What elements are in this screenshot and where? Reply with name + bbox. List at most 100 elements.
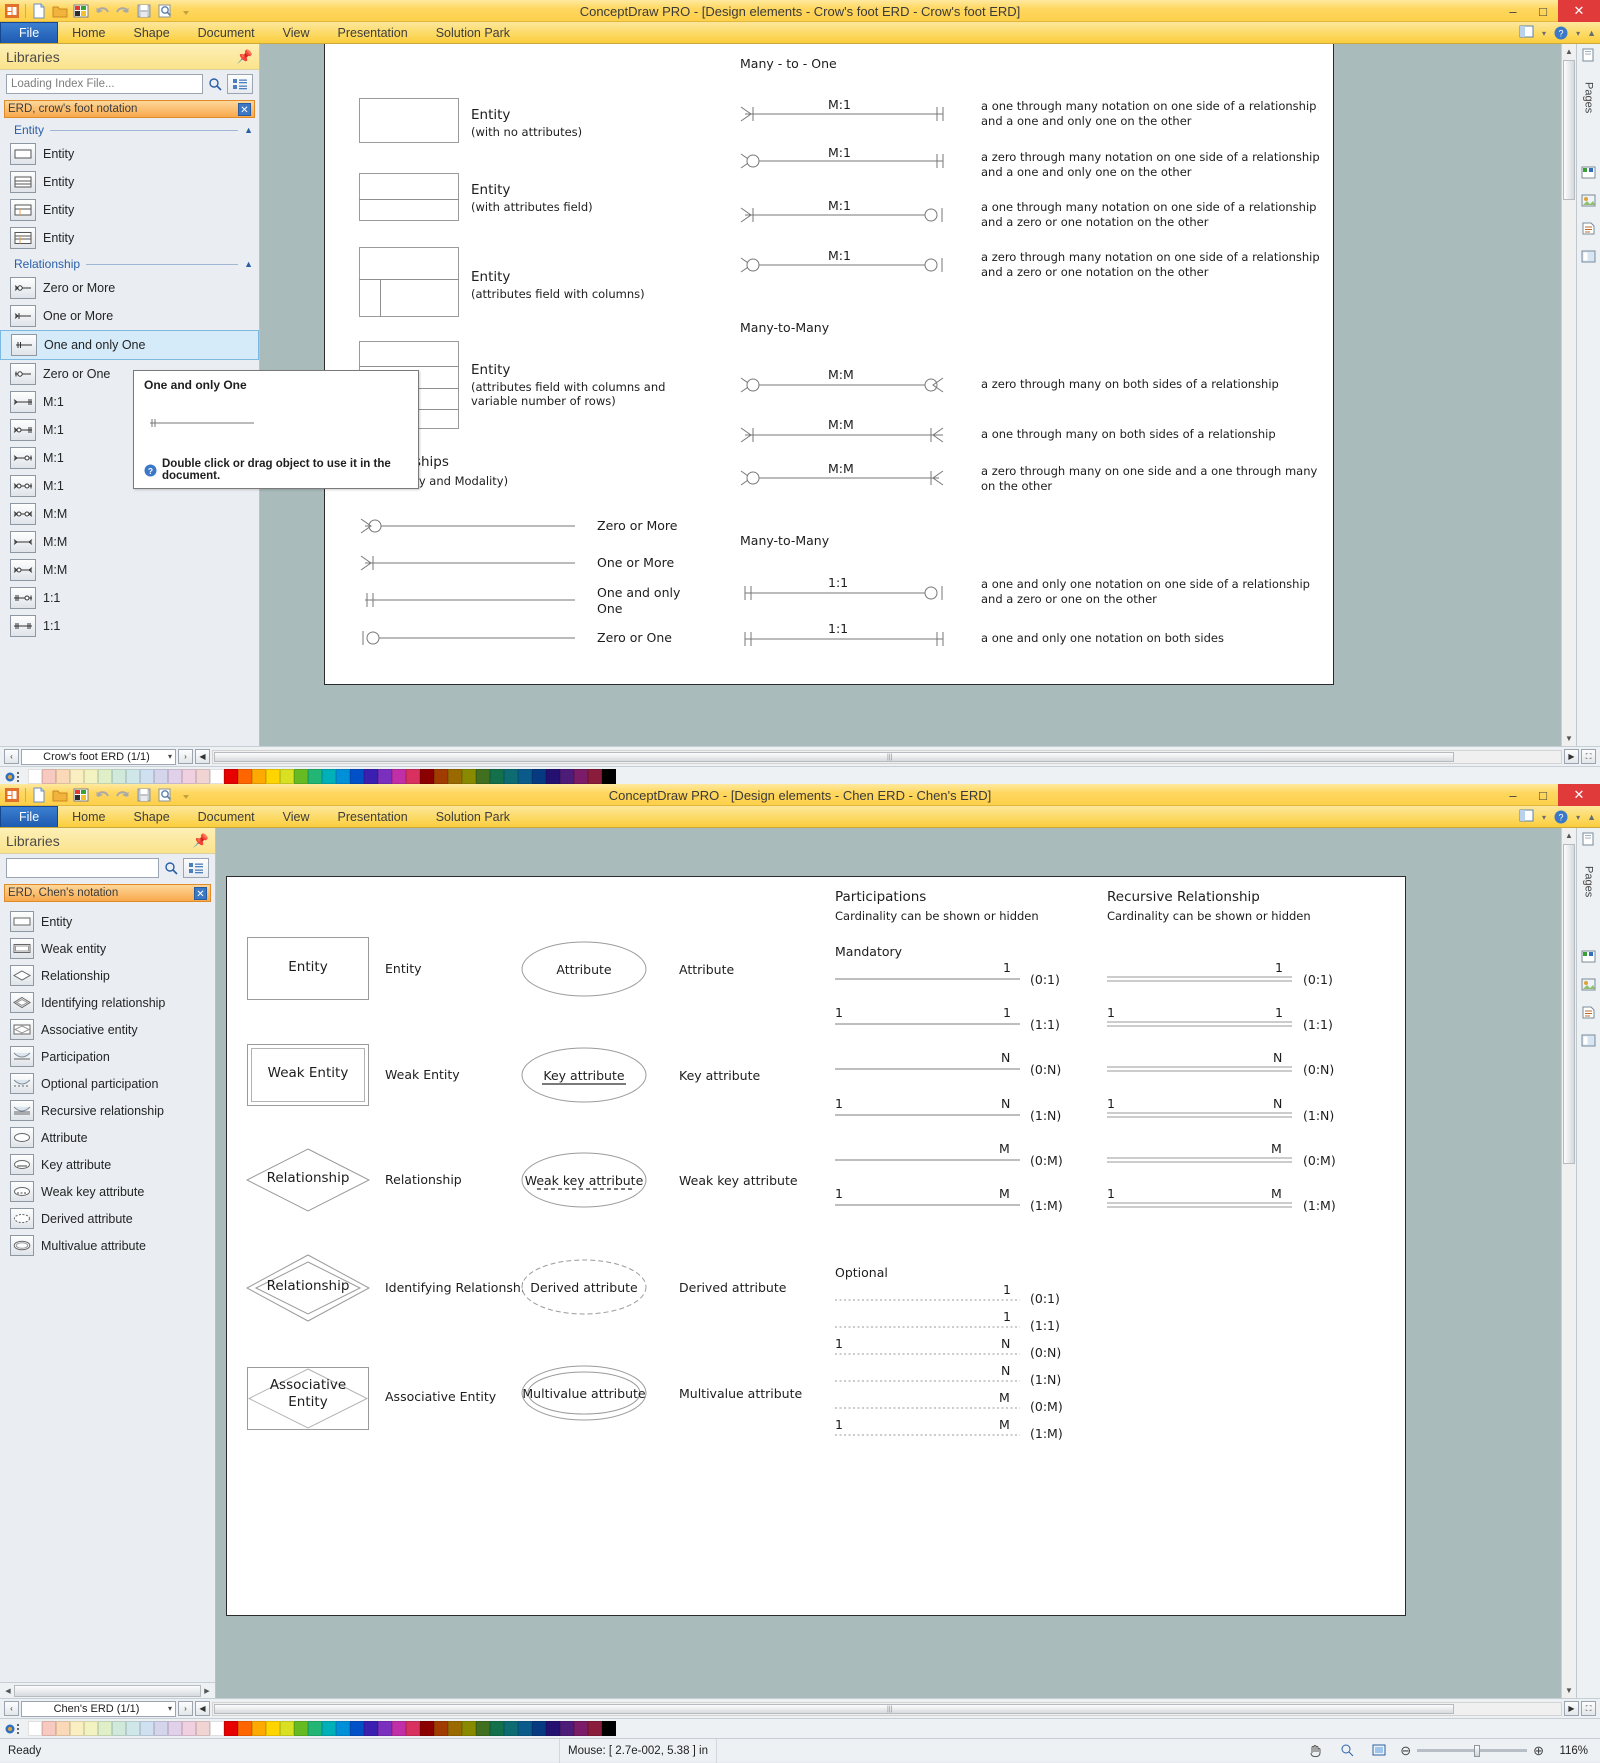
color-swatch[interactable] <box>350 769 364 784</box>
library-item-zero-or-more[interactable]: Zero or More <box>0 274 259 302</box>
zoom-knob[interactable] <box>1474 1744 1481 1757</box>
app-logo-icon[interactable] <box>4 3 20 19</box>
color-swatch[interactable] <box>154 769 168 784</box>
open-folder-icon[interactable] <box>52 787 68 803</box>
close-button[interactable]: ✕ <box>1558 0 1600 22</box>
chevron-down-icon[interactable]: ▾ <box>168 1704 172 1713</box>
maximize-button[interactable]: □ <box>1528 0 1558 22</box>
horizontal-scrollbar[interactable]: ||| <box>212 749 1562 764</box>
page-prev-button[interactable]: ‹ <box>4 749 19 764</box>
page-first-button[interactable]: ◀ <box>195 749 210 764</box>
library-item-entity-2[interactable]: Entity <box>0 168 259 196</box>
tab-document[interactable]: Document <box>184 806 269 827</box>
group-header-entity[interactable]: Entity ▲ <box>0 118 259 140</box>
color-swatch[interactable] <box>420 769 434 784</box>
color-swatch[interactable] <box>448 769 462 784</box>
tab-view[interactable]: View <box>269 806 324 827</box>
color-swatch[interactable] <box>224 769 238 784</box>
zoom-out-button[interactable]: ⊖ <box>1400 1743 1411 1759</box>
zoom-level[interactable]: 116% <box>1548 1739 1600 1763</box>
library-item-optional-participation[interactable]: Optional participation <box>0 1070 215 1097</box>
color-swatch[interactable] <box>266 769 280 784</box>
page-prev-button[interactable]: ‹ <box>4 1701 19 1716</box>
library-item-relationship[interactable]: Relationship <box>0 962 215 989</box>
search-icon[interactable] <box>162 859 180 877</box>
template-dock-icon[interactable] <box>1581 249 1597 265</box>
page-next-button[interactable]: › <box>178 749 193 764</box>
app-logo-icon[interactable] <box>4 787 20 803</box>
color-swatch[interactable] <box>322 769 336 784</box>
chevron-up-icon[interactable]: ▲ <box>244 125 253 135</box>
library-item-entity[interactable]: Entity <box>0 908 215 935</box>
libraries-scroll-thumb[interactable] <box>14 1684 201 1697</box>
horizontal-scrollbar[interactable]: ||| <box>212 1701 1562 1716</box>
color-swatch[interactable] <box>532 769 546 784</box>
library-item-recursive-relationship[interactable]: Recursive relationship <box>0 1097 215 1124</box>
color-swatch[interactable] <box>140 769 154 784</box>
color-swatch[interactable] <box>574 769 588 784</box>
layout-dropdown-icon[interactable]: ▾ <box>1542 29 1546 38</box>
color-swatch[interactable] <box>42 769 56 784</box>
chevron-up-icon[interactable]: ▲ <box>244 259 253 269</box>
help-dropdown-icon[interactable]: ▾ <box>1576 813 1580 822</box>
library-item-mm-b[interactable]: M:M <box>0 528 259 556</box>
libraries-horizontal-scrollbar[interactable]: ◀ ▶ <box>0 1682 215 1698</box>
template-dock-icon[interactable] <box>1581 1033 1597 1049</box>
library-item-attribute[interactable]: Attribute <box>0 1124 215 1151</box>
tab-solution-park[interactable]: Solution Park <box>422 806 524 827</box>
library-icon[interactable] <box>73 787 89 803</box>
library-item-participation[interactable]: Participation <box>0 1043 215 1070</box>
library-item-identifying-relationship[interactable]: Identifying relationship <box>0 989 215 1016</box>
library-tab-crows-foot[interactable]: ERD, crow's foot notation ✕ <box>4 100 255 118</box>
palette-swatches[interactable] <box>28 769 616 784</box>
zoom-in-button[interactable]: ⊕ <box>1533 1743 1544 1759</box>
library-item-multivalue-attribute[interactable]: Multivalue attribute <box>0 1232 215 1259</box>
canvas-chen-erd[interactable]: Entity Entity Weak Entity Weak Entity Re… <box>216 828 1576 1698</box>
chevron-down-icon[interactable]: ▾ <box>168 752 172 761</box>
tab-file[interactable]: File <box>0 806 59 827</box>
color-swatch[interactable] <box>280 769 294 784</box>
library-item-entity-3[interactable]: Entity <box>0 196 259 224</box>
minimize-button[interactable]: – <box>1498 0 1528 22</box>
new-document-icon[interactable] <box>31 787 47 803</box>
undo-icon[interactable] <box>94 787 110 803</box>
vertical-scroll-thumb[interactable] <box>1563 60 1575 200</box>
hypernote-dock-icon[interactable] <box>1581 221 1597 237</box>
page-next-button[interactable]: › <box>178 1701 193 1716</box>
library-item-mm-c[interactable]: M:M <box>0 556 259 584</box>
library-item-one-or-more[interactable]: One or More <box>0 302 259 330</box>
library-item-associative-entity[interactable]: Associative entity <box>0 1016 215 1043</box>
close-icon[interactable]: ✕ <box>238 102 251 116</box>
color-swatch[interactable] <box>112 769 126 784</box>
save-icon[interactable] <box>136 787 152 803</box>
hypernote-dock-icon[interactable] <box>1581 1005 1597 1021</box>
color-swatch[interactable] <box>378 769 392 784</box>
library-item-entity-4[interactable]: Entity <box>0 224 259 252</box>
color-swatch[interactable] <box>602 769 616 784</box>
color-swatch[interactable] <box>126 769 140 784</box>
collapse-ribbon-icon[interactable]: ▲ <box>1587 28 1596 38</box>
scroll-up-icon[interactable]: ▲ <box>1562 828 1576 843</box>
page-selector[interactable]: Chen's ERD (1/1) ▾ <box>21 1700 176 1717</box>
page-selector[interactable]: Crow's foot ERD (1/1) ▾ <box>21 748 176 765</box>
preview-icon[interactable] <box>157 787 173 803</box>
clipart-dock-icon[interactable] <box>1581 193 1597 209</box>
horizontal-scroll-thumb[interactable] <box>214 751 1455 762</box>
color-swatch[interactable] <box>182 769 196 784</box>
entity-shape-plain[interactable] <box>359 98 459 143</box>
entity-shape-attrfield[interactable] <box>359 173 459 221</box>
color-swatch[interactable] <box>434 769 448 784</box>
color-swatch[interactable] <box>392 769 406 784</box>
minimize-button[interactable]: – <box>1498 784 1528 806</box>
redo-icon[interactable] <box>115 787 131 803</box>
save-icon[interactable] <box>136 3 152 19</box>
library-item-one-one-a[interactable]: 1:1 <box>0 584 259 612</box>
search-icon[interactable] <box>206 75 224 93</box>
color-swatch[interactable] <box>588 769 602 784</box>
clipart-dock-icon[interactable] <box>1581 977 1597 993</box>
help-icon[interactable]: ? <box>1553 25 1569 41</box>
tab-home[interactable]: Home <box>58 806 119 827</box>
fit-page-button[interactable]: ⛶ <box>1581 1701 1596 1716</box>
document-page[interactable]: Entity Entity Weak Entity Weak Entity Re… <box>226 876 1406 1616</box>
list-view-icon[interactable] <box>183 858 209 878</box>
